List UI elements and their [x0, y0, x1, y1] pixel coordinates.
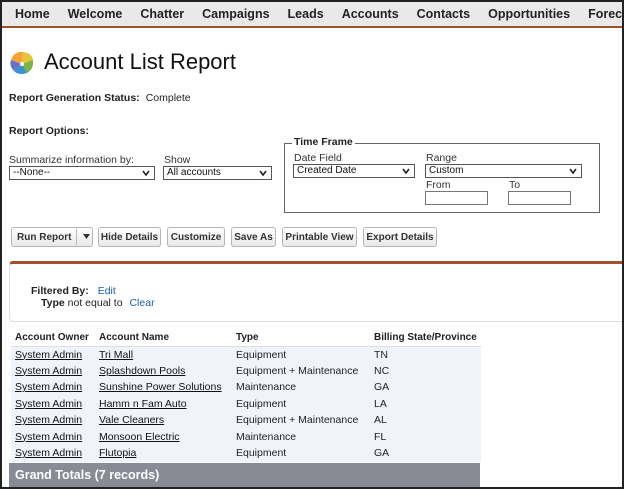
- page-title: Account List Report: [44, 49, 236, 74]
- account-name-link[interactable]: Hamm n Fam Auto: [95, 396, 232, 413]
- filter-clear-link[interactable]: Clear: [129, 297, 154, 309]
- button-divider: [76, 229, 77, 245]
- account-type: Equipment + Maintenance: [236, 414, 359, 427]
- export-details-button[interactable]: Export Details: [363, 227, 437, 247]
- hide-details-button[interactable]: Hide Details: [98, 227, 161, 247]
- billing-state: GA: [374, 447, 390, 460]
- account-type: Equipment: [236, 348, 287, 361]
- date-field-select[interactable]: Created Date: [293, 164, 415, 178]
- report-window: Home Welcome Chatter Campaigns Leads Acc…: [0, 0, 624, 489]
- top-nav: Home Welcome Chatter Campaigns Leads Acc…: [2, 2, 622, 28]
- filter-condition: not equal to: [67, 297, 123, 309]
- chevron-down-icon: [259, 170, 267, 177]
- status-value: Complete: [145, 92, 191, 104]
- account-owner-link[interactable]: System Admin: [11, 445, 95, 462]
- column-header-type[interactable]: Type: [232, 330, 370, 347]
- billing-state: LA: [374, 397, 387, 410]
- nav-forecasts[interactable]: Forecasts: [579, 7, 622, 21]
- grand-totals-row: Grand Totals (7 records): [9, 463, 480, 487]
- from-label: From: [426, 179, 451, 191]
- table-row: System Admin Tri Mall Equipment TN: [11, 346, 481, 363]
- run-report-label: Run Report: [17, 231, 72, 243]
- filtered-by-row: Filtered By: Edit: [31, 285, 116, 297]
- account-owner-link[interactable]: System Admin: [11, 429, 95, 446]
- account-type: Equipment: [236, 397, 287, 410]
- summarize-select[interactable]: --None--: [9, 166, 155, 180]
- printable-view-button[interactable]: Printable View: [282, 227, 357, 247]
- nav-accounts[interactable]: Accounts: [333, 7, 408, 21]
- account-name-link[interactable]: Flutopia: [95, 445, 232, 462]
- account-owner-link[interactable]: System Admin: [11, 363, 95, 380]
- date-field-select-value: Created Date: [297, 165, 357, 176]
- account-type: Maintenance: [236, 430, 297, 443]
- account-name-link[interactable]: Sunshine Power Solutions: [95, 379, 232, 396]
- show-label: Show: [164, 154, 191, 166]
- chevron-down-icon: [402, 168, 410, 175]
- summarize-label: Summarize information by:: [9, 154, 134, 166]
- account-owner-link[interactable]: System Admin: [11, 396, 95, 413]
- status-label: Report Generation Status:: [9, 92, 140, 104]
- report-table: Account Owner Account Name Type Billing …: [11, 330, 481, 462]
- range-select[interactable]: Custom: [425, 164, 582, 178]
- report-fan-icon: [8, 48, 36, 76]
- account-type: Equipment: [236, 447, 287, 460]
- report-options-label: Report Options:: [9, 125, 89, 137]
- chevron-down-icon: [569, 168, 577, 175]
- nav-home[interactable]: Home: [6, 7, 59, 21]
- account-name-link[interactable]: Vale Cleaners: [95, 412, 232, 429]
- filter-edit-link[interactable]: Edit: [98, 285, 116, 297]
- from-date-input[interactable]: [425, 191, 488, 205]
- table-row: System Admin Monsoon Electric Maintenanc…: [11, 428, 481, 446]
- show-select-value: All accounts: [167, 167, 221, 178]
- chevron-down-icon: [142, 170, 150, 177]
- table-row: System Admin Hamm n Fam Auto Equipment L…: [11, 395, 481, 413]
- filtered-by-label: Filtered By:: [31, 285, 89, 297]
- to-date-input[interactable]: [508, 191, 571, 205]
- time-frame-legend: Time Frame: [292, 136, 355, 148]
- account-name-link[interactable]: Splashdown Pools: [95, 363, 232, 380]
- nav-opportunities[interactable]: Opportunities: [479, 7, 579, 21]
- billing-state: GA: [374, 381, 390, 394]
- column-header-account-owner[interactable]: Account Owner: [11, 330, 95, 347]
- column-header-billing-state[interactable]: Billing State/Province: [370, 330, 481, 347]
- run-report-button[interactable]: Run Report: [11, 227, 93, 247]
- nav-leads[interactable]: Leads: [279, 7, 333, 21]
- report-status: Report Generation Status: Complete: [9, 92, 191, 104]
- account-type: Maintenance: [236, 381, 297, 394]
- account-owner-link[interactable]: System Admin: [11, 379, 95, 396]
- table-row: System Admin Vale Cleaners Equipment + M…: [11, 412, 481, 429]
- show-select[interactable]: All accounts: [163, 166, 272, 180]
- account-owner-link[interactable]: System Admin: [11, 346, 95, 363]
- to-label: To: [509, 179, 521, 191]
- range-label: Range: [426, 152, 457, 164]
- account-type: Equipment + Maintenance: [236, 364, 359, 377]
- table-row: System Admin Sunshine Power Solutions Ma…: [11, 379, 481, 396]
- range-select-value: Custom: [429, 165, 464, 176]
- nav-campaigns[interactable]: Campaigns: [193, 7, 278, 21]
- column-header-account-name[interactable]: Account Name: [95, 330, 232, 347]
- page-header: Account List Report: [8, 48, 236, 76]
- nav-contacts[interactable]: Contacts: [408, 7, 479, 21]
- account-name-link[interactable]: Monsoon Electric: [95, 429, 232, 446]
- customize-button[interactable]: Customize: [167, 227, 225, 247]
- billing-state: NC: [374, 364, 390, 377]
- nav-welcome[interactable]: Welcome: [59, 7, 132, 21]
- table-row: System Admin Splashdown Pools Equipment …: [11, 362, 481, 380]
- table-row: System Admin Flutopia Equipment GA: [11, 445, 481, 462]
- billing-state: AL: [374, 414, 387, 427]
- account-owner-link[interactable]: System Admin: [11, 412, 95, 429]
- billing-state: FL: [374, 430, 387, 443]
- table-header-row: Account Owner Account Name Type Billing …: [11, 330, 481, 347]
- filter-criteria-row: Type not equal to Clear: [41, 297, 155, 309]
- save-as-button[interactable]: Save As: [231, 227, 276, 247]
- summarize-select-value: --None--: [13, 167, 51, 178]
- dropdown-caret-icon[interactable]: [83, 234, 90, 240]
- billing-state: TN: [374, 348, 388, 361]
- filter-field: Type: [41, 297, 65, 309]
- date-field-label: Date Field: [294, 152, 342, 164]
- account-name-link[interactable]: Tri Mall: [95, 346, 232, 363]
- nav-chatter[interactable]: Chatter: [131, 7, 193, 21]
